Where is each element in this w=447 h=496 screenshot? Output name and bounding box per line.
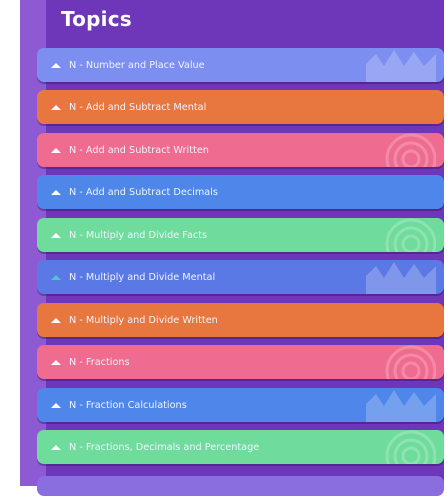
topic-label: N - Add and Subtract Decimals xyxy=(69,186,218,198)
topic-label: N - Multiply and Divide Facts xyxy=(69,229,208,241)
topic-label: N - Fraction Calculations xyxy=(69,399,187,411)
topic-row-multiply-divide-written[interactable]: N - Multiply and Divide Written xyxy=(37,303,444,337)
chevron-up-icon xyxy=(51,402,61,408)
swirl-decoration xyxy=(385,133,436,167)
topic-label: N - Add and Subtract Mental xyxy=(69,101,207,113)
topic-label: N - Fractions xyxy=(69,356,130,368)
chevron-up-icon xyxy=(51,232,61,238)
topic-row-partial[interactable] xyxy=(37,476,444,496)
topic-label: N - Fractions, Decimals and Percentage xyxy=(69,441,260,453)
topic-row-fractions[interactable]: N - Fractions xyxy=(37,345,444,379)
wave-decoration xyxy=(366,390,436,422)
chevron-up-icon xyxy=(51,444,61,450)
chevron-up-icon xyxy=(51,317,61,323)
topic-row-multiply-divide-mental[interactable]: N - Multiply and Divide Mental xyxy=(37,260,444,294)
topic-row-multiply-divide-facts[interactable]: N - Multiply and Divide Facts xyxy=(37,218,444,252)
wave-decoration xyxy=(366,262,436,294)
swirl-decoration xyxy=(385,345,436,379)
chevron-up-icon xyxy=(51,104,61,110)
topic-row-add-subtract-decimals[interactable]: N - Add and Subtract Decimals xyxy=(37,175,444,209)
topic-label: N - Multiply and Divide Mental xyxy=(69,271,216,283)
chevron-up-icon xyxy=(51,189,61,195)
chevron-up-icon xyxy=(51,147,61,153)
topic-row-add-subtract-mental[interactable]: N - Add and Subtract Mental xyxy=(37,90,444,124)
wave-decoration xyxy=(366,50,436,82)
swirl-decoration xyxy=(385,430,436,464)
chevron-up-icon xyxy=(51,359,61,365)
topic-label: N - Number and Place Value xyxy=(69,59,205,71)
topic-row-number-place-value[interactable]: N - Number and Place Value xyxy=(37,48,444,82)
chevron-up-icon xyxy=(51,62,61,68)
page-title: Topics xyxy=(61,7,132,31)
topic-row-fractions-decimals-percentage[interactable]: N - Fractions, Decimals and Percentage xyxy=(37,430,444,464)
topic-label: N - Multiply and Divide Written xyxy=(69,314,218,326)
topic-row-add-subtract-written[interactable]: N - Add and Subtract Written xyxy=(37,133,444,167)
swirl-decoration xyxy=(385,218,436,252)
chevron-up-icon xyxy=(51,274,61,280)
topic-label: N - Add and Subtract Written xyxy=(69,144,209,156)
topic-row-fraction-calculations[interactable]: N - Fraction Calculations xyxy=(37,388,444,422)
